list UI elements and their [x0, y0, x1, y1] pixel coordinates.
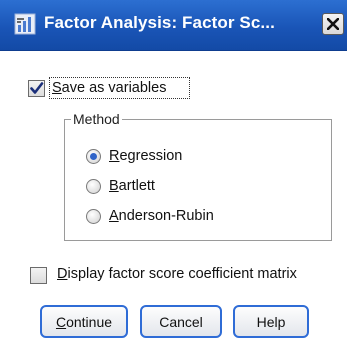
- save-as-variables-label[interactable]: Save as variables: [52, 80, 166, 96]
- label-text: isplay factor score coefficient matrix: [67, 266, 297, 282]
- mnemonic-s: S: [52, 80, 62, 96]
- radio-selected-dot: [90, 153, 97, 160]
- mnemonic-r: R: [109, 148, 120, 164]
- factor-scores-dialog: Factor Analysis: Factor Sc... Save as va…: [0, 0, 347, 356]
- radio-anderson-rubin[interactable]: [86, 209, 101, 224]
- continue-button[interactable]: Continue: [40, 305, 128, 338]
- save-as-variables-checkbox[interactable]: [28, 80, 45, 97]
- close-button[interactable]: [322, 13, 344, 35]
- mnemonic-a: A: [109, 208, 119, 224]
- title-bar[interactable]: Factor Analysis: Factor Sc...: [0, 0, 347, 51]
- mnemonic-b: B: [109, 178, 119, 194]
- checkmark-icon: [30, 82, 44, 94]
- label-text: artlett: [118, 178, 155, 194]
- help-button[interactable]: Help: [233, 305, 309, 338]
- label-text: nderson-Rubin: [118, 208, 214, 224]
- radio-regression-label[interactable]: Regression: [109, 148, 182, 164]
- dialog-body: Save as variables Method Regression Bart…: [0, 51, 347, 356]
- radio-regression[interactable]: [86, 149, 101, 164]
- factor-analysis-icon: [14, 13, 36, 35]
- display-matrix-label[interactable]: Display factor score coefficient matrix: [57, 266, 297, 282]
- dialog-title: Factor Analysis: Factor Sc...: [44, 13, 275, 32]
- display-matrix-checkbox[interactable]: [30, 267, 47, 284]
- radio-bartlett-label[interactable]: Bartlett: [109, 178, 155, 194]
- label-text: ave as variables: [61, 80, 167, 96]
- button-label: Help: [256, 313, 286, 330]
- mnemonic-c: C: [55, 313, 67, 330]
- method-group-title: Method: [71, 111, 122, 127]
- close-icon: [327, 18, 339, 30]
- button-label: ontinue: [66, 313, 113, 330]
- mnemonic-d: D: [57, 266, 68, 282]
- radio-bartlett[interactable]: [86, 179, 101, 194]
- cancel-button[interactable]: Cancel: [140, 305, 222, 338]
- label-text: egression: [119, 148, 183, 164]
- radio-anderson-rubin-label[interactable]: Anderson-Rubin: [109, 208, 214, 224]
- button-label: Cancel: [159, 313, 203, 330]
